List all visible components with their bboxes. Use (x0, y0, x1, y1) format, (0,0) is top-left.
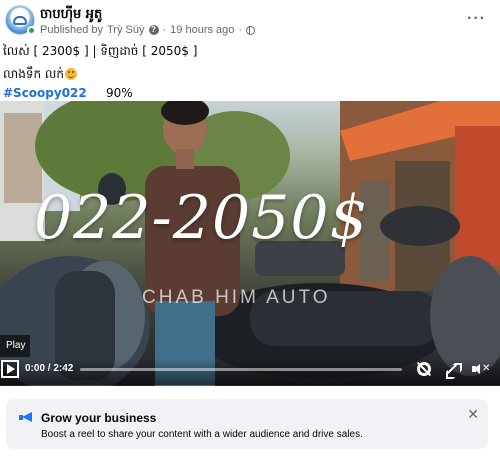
volume-mute-icon[interactable] (472, 364, 482, 374)
globe-icon[interactable] (246, 25, 256, 35)
author-name[interactable]: Trỳ Süỳ (107, 24, 145, 36)
smile-emoji-icon (64, 68, 77, 80)
video-overlay-text: 022-2050$ (34, 183, 369, 253)
hashtag-link[interactable]: #Scoopy022 (3, 86, 87, 100)
settings-gear-icon[interactable] (417, 362, 431, 376)
play-button[interactable] (1, 360, 19, 378)
online-status-dot (27, 26, 36, 35)
megaphone-icon (19, 412, 33, 423)
mute-x-mark: ✕ (482, 363, 491, 374)
published-by-label: Published by (40, 24, 103, 36)
post-caption: លៃស់ [ 2300$ ] | ទិញដាច់ [ 2050$ ] លាងទឹ… (3, 42, 497, 103)
post-meta: Published by Trỳ Süỳ ? · 19 hours ago · (40, 24, 256, 36)
video-controls: 0:00 / 2:42 ✕ (0, 359, 500, 385)
caption-price-line: លៃស់ [ 2300$ ] | ទិញដាច់ [ 2050$ ] (3, 44, 198, 58)
caption-text: លាងទឹក លក់ (3, 67, 64, 81)
video-time: 0:00 / 2:42 (25, 363, 74, 374)
info-icon[interactable]: ? (148, 25, 159, 35)
video-player[interactable]: 022-2050$ CHAB HIM AUTO Play 0:00 / 2:42… (0, 101, 500, 386)
meta-separator: · (238, 24, 243, 36)
caption-line-2: លាងទឹក លក់ (3, 65, 497, 84)
play-tooltip: Play (0, 335, 30, 357)
promo-banner: Grow your business Boost a reel to share… (6, 399, 488, 449)
post-header: ចាបហ៊ីម អូតូ Published by Trỳ Süỳ ? · 19… (0, 0, 500, 44)
meta-separator: · (162, 24, 167, 36)
post-time[interactable]: 19 hours ago (170, 24, 234, 36)
caption-percent: 90% (106, 86, 133, 100)
logo-icon (13, 15, 27, 25)
promo-text: Boost a reel to share your content with … (41, 429, 363, 440)
page-avatar[interactable] (5, 5, 36, 35)
fullscreen-icon[interactable] (446, 363, 458, 375)
more-options-icon[interactable]: ··· (467, 10, 486, 28)
close-icon[interactable]: ✕ (467, 406, 479, 423)
progress-bar[interactable] (80, 368, 402, 371)
promo-title[interactable]: Grow your business (41, 411, 156, 425)
page-name[interactable]: ចាបហ៊ីម អូតូ (40, 6, 102, 25)
video-watermark: CHAB HIM AUTO (142, 287, 331, 308)
